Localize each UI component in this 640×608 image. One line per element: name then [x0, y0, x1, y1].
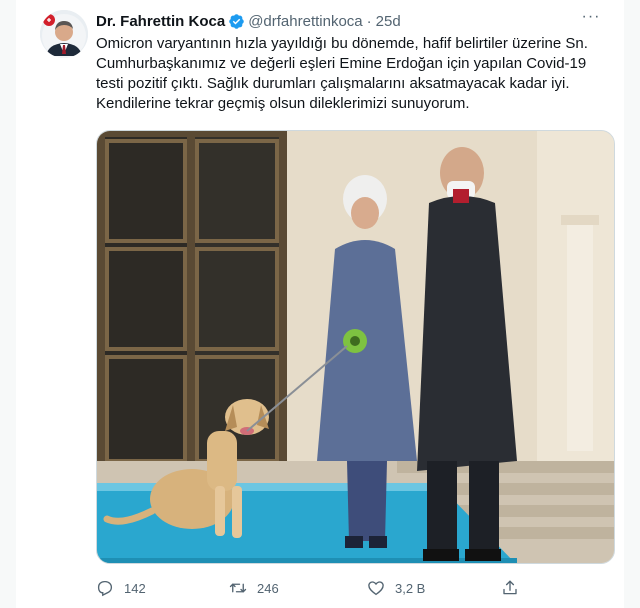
more-icon[interactable]: ··· — [578, 8, 604, 30]
share-icon — [503, 580, 517, 595]
avatar-image — [40, 10, 88, 58]
tweet-text-line: testi pozitif çıktı. Sağlık durumları ça… — [96, 75, 570, 92]
author-handle[interactable]: @drfahrettinkoca — [248, 13, 362, 30]
tweet-text: Omicron varyantının hızla yayıldığı bu d… — [96, 34, 606, 114]
tweet-card: Dr. Fahrettin Koca @drfahrettinkoca · 25… — [16, 0, 624, 608]
reply-count: 142 — [124, 580, 146, 596]
tweet-text-line: Omicron varyantının hızla yayıldığı bu d… — [96, 35, 588, 52]
photo-illustration — [97, 131, 614, 563]
retweet-count: 246 — [257, 580, 279, 596]
like-count: 3,2 B — [395, 580, 426, 596]
verified-badge-icon — [229, 13, 244, 29]
like-icon — [368, 581, 384, 596]
reply-icon — [97, 580, 113, 597]
tweet-photo[interactable] — [96, 130, 615, 564]
tweet-text-line: Kendilerine tekrar geçmiş olsun dilekler… — [96, 95, 470, 112]
action-bar: 142 246 3,2 B — [96, 576, 576, 600]
retweet-icon — [229, 583, 247, 593]
share-button[interactable] — [501, 579, 529, 597]
avatar[interactable] — [40, 10, 88, 58]
tweet-time[interactable]: 25d — [376, 13, 401, 30]
like-button[interactable]: 3,2 B — [367, 579, 425, 597]
tweet-text-line: Cumhurbaşkanımız ve değerli eşleri Emine… — [96, 55, 587, 72]
retweet-button[interactable]: 246 — [229, 579, 279, 597]
reply-button[interactable]: 142 — [96, 579, 146, 597]
separator-dot: · — [366, 12, 372, 30]
tweet-header: Dr. Fahrettin Koca @drfahrettinkoca · 25… — [96, 8, 604, 32]
author-name[interactable]: Dr. Fahrettin Koca — [96, 13, 225, 30]
